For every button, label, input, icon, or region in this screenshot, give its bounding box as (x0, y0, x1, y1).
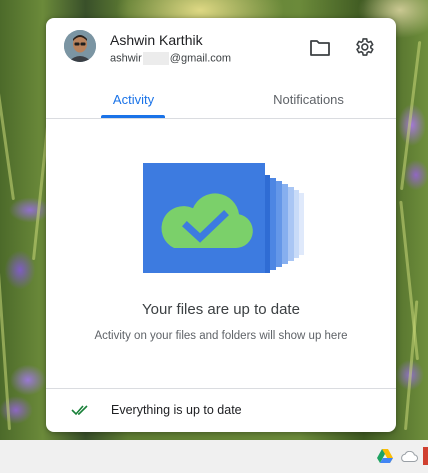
footer-status-text: Everything is up to date (111, 403, 242, 417)
taskbar (0, 440, 428, 473)
panel-tabs: Activity Notifications (46, 80, 396, 118)
cloud-icon[interactable] (400, 451, 418, 462)
avatar-image (64, 30, 96, 62)
tabs-divider (46, 118, 396, 119)
double-check-icon (71, 405, 88, 416)
stacked-pages (263, 175, 304, 273)
email-user: ashwir (110, 52, 142, 65)
footer-divider (46, 388, 396, 389)
email-domain: @gmail.com (169, 52, 232, 65)
avatar[interactable] (64, 30, 96, 62)
settings-button[interactable] (352, 35, 376, 59)
sync-status-headline: Your files are up to date (142, 301, 300, 318)
email-redacted-block (142, 52, 169, 65)
open-folder-button[interactable] (308, 36, 332, 60)
drive-activity-panel: Ashwin Karthik ashwir @gmail.com Activity… (46, 18, 396, 432)
files-synced-illustration (143, 163, 304, 273)
google-drive-icon[interactable] (377, 448, 393, 464)
sync-status-description: Activity on your files and folders will … (94, 330, 348, 342)
account-name: Ashwin Karthik (110, 32, 203, 48)
account-email: ashwir @gmail.com (110, 52, 231, 65)
tab-notifications[interactable]: Notifications (221, 80, 396, 118)
tray-app-icon-partial[interactable] (423, 447, 428, 465)
tab-activity[interactable]: Activity (46, 80, 221, 118)
gear-icon (356, 38, 374, 56)
folder-icon (310, 40, 330, 56)
